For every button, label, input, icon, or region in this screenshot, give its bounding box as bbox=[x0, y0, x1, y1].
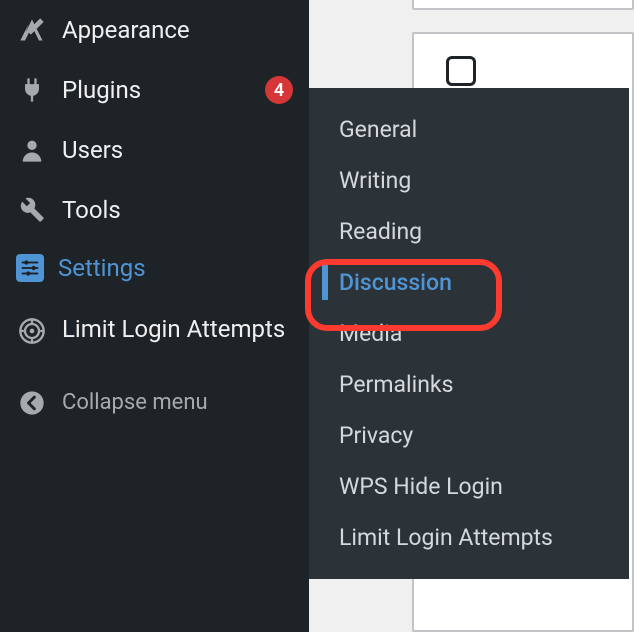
checkbox-placeholder[interactable] bbox=[446, 56, 476, 86]
collapse-menu-button[interactable]: Collapse menu bbox=[0, 373, 309, 433]
plugins-icon bbox=[16, 74, 48, 106]
tools-icon bbox=[16, 194, 48, 226]
submenu-item-discussion[interactable]: Discussion bbox=[309, 257, 629, 308]
sidebar-item-limit-login[interactable]: Limit Login At­tempts bbox=[0, 297, 309, 361]
admin-sidebar: Appearance Plugins 4 Users Tools Setting… bbox=[0, 0, 309, 632]
sidebar-item-tools[interactable]: Tools bbox=[0, 180, 309, 240]
users-icon bbox=[16, 134, 48, 166]
settings-icon bbox=[16, 254, 44, 282]
sidebar-item-label: Users bbox=[62, 136, 293, 165]
appearance-icon bbox=[16, 14, 48, 46]
submenu-item-wps-hide-login[interactable]: WPS Hide Login bbox=[309, 461, 629, 512]
collapse-icon bbox=[16, 387, 48, 419]
limit-login-icon bbox=[16, 315, 48, 347]
sidebar-item-label: Settings bbox=[58, 254, 293, 283]
sidebar-item-label: Limit Login At­tempts bbox=[62, 315, 293, 344]
sidebar-item-appearance[interactable]: Appearance bbox=[0, 0, 309, 60]
submenu-item-limit-login-attempts[interactable]: Limit Login Attempts bbox=[309, 512, 629, 563]
plugins-update-badge: 4 bbox=[265, 76, 293, 104]
sidebar-item-label: Tools bbox=[62, 196, 293, 225]
sidebar-item-label: Plugins bbox=[62, 76, 243, 105]
settings-submenu: General Writing Reading Discussion Media… bbox=[309, 88, 629, 579]
submenu-item-privacy[interactable]: Privacy bbox=[309, 410, 629, 461]
submenu-item-reading[interactable]: Reading bbox=[309, 206, 629, 257]
sidebar-item-settings[interactable]: Settings bbox=[0, 240, 309, 297]
submenu-item-media[interactable]: Media bbox=[309, 308, 629, 359]
sidebar-item-plugins[interactable]: Plugins 4 bbox=[0, 60, 309, 120]
submenu-item-general[interactable]: General bbox=[309, 104, 629, 155]
submenu-item-writing[interactable]: Writing bbox=[309, 155, 629, 206]
collapse-menu-label: Collapse menu bbox=[62, 390, 208, 415]
submenu-item-permalinks[interactable]: Permalinks bbox=[309, 359, 629, 410]
sidebar-item-label: Appearance bbox=[62, 16, 293, 45]
content-panel-upper bbox=[412, 0, 634, 10]
sidebar-item-users[interactable]: Users bbox=[0, 120, 309, 180]
